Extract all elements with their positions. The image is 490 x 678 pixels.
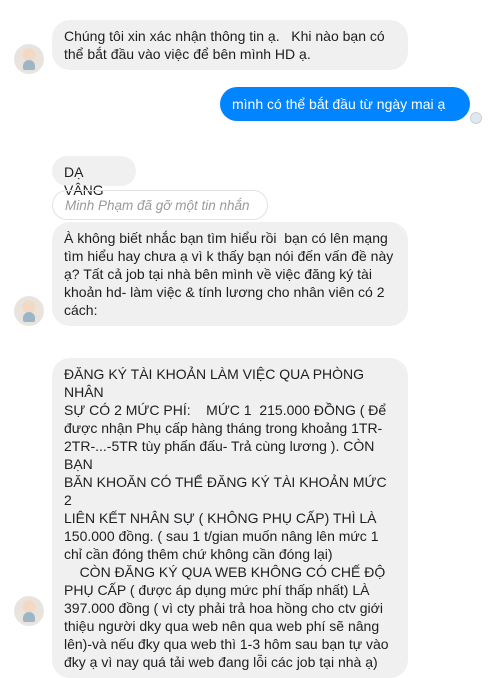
incoming-message[interactable]: DẠ VÂNG [52,156,136,198]
outgoing-message[interactable]: mình có thể bắt đầu từ ngày mai ạ [220,87,470,121]
contact-avatar[interactable] [14,296,44,326]
contact-avatar[interactable] [14,44,44,74]
incoming-message[interactable]: Chúng tôi xin xác nhận thông tin ạ. Khi … [52,20,408,70]
read-receipt-avatar-icon [470,112,482,124]
removed-message-notice: Minh Phạm đã gỡ một tin nhắn [52,190,268,220]
contact-avatar[interactable] [14,596,44,626]
incoming-message[interactable]: À không biết nhắc bạn tìm hiểu rồi bạn c… [52,222,408,326]
incoming-message[interactable]: ĐĂNG KÝ TÀI KHOẢN LÀM VIỆC QUA PHÒNG NHÂ… [52,358,408,678]
